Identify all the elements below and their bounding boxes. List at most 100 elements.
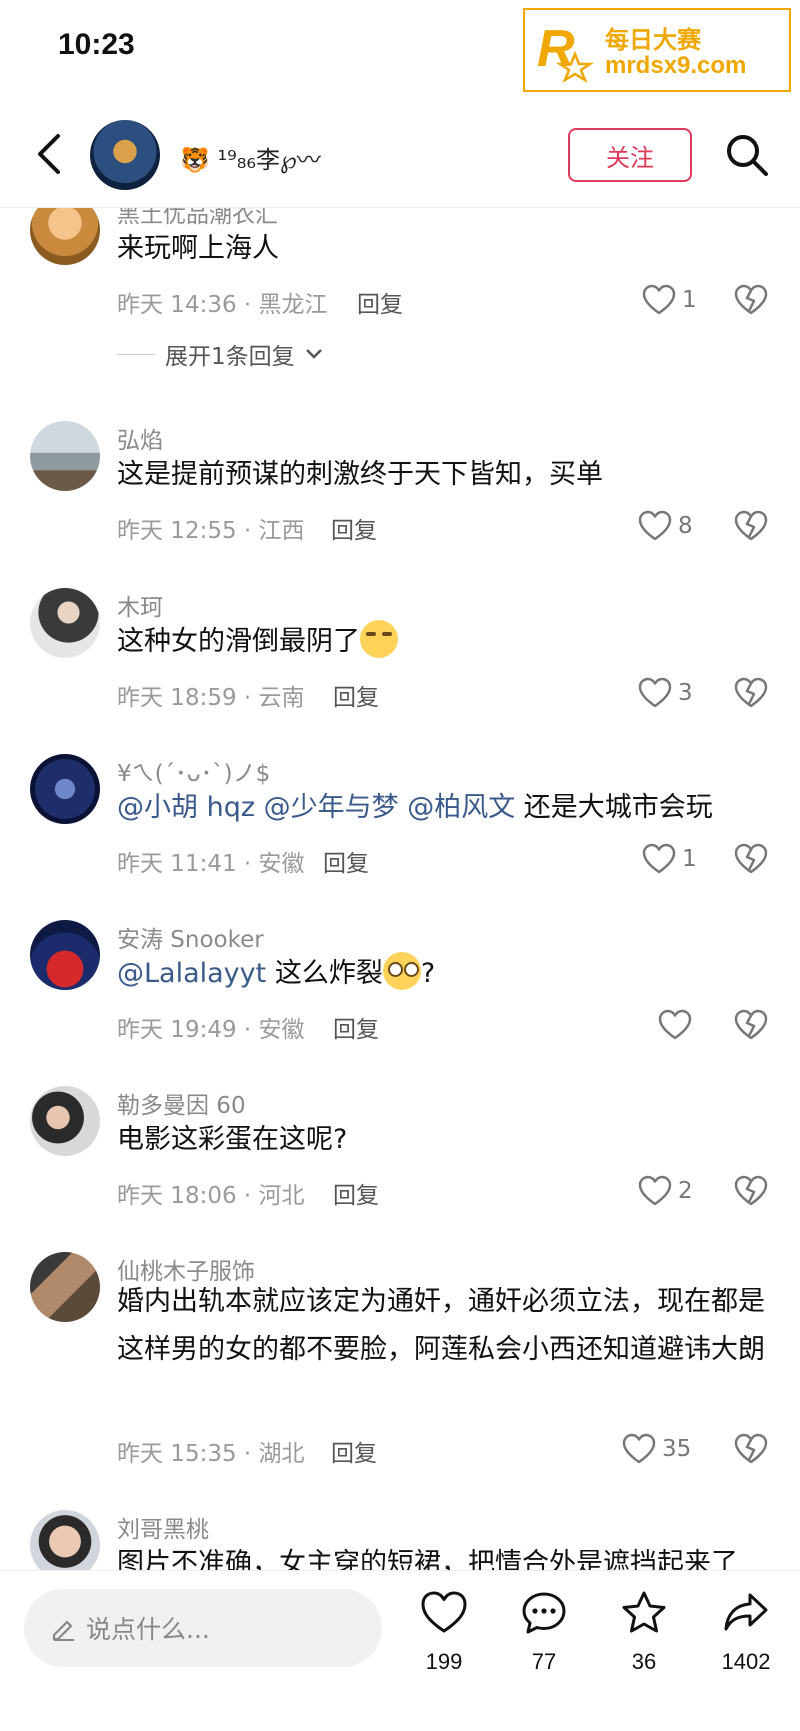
comment-meta: 昨天 15:35 · 湖北 bbox=[117, 1441, 305, 1467]
comment-item: ¥ㄟ(´･ᴗ･`)ノ$ @小胡 hqz @少年与梦 @柏风文 还是大城市会玩 昨… bbox=[0, 754, 800, 904]
comment-item: 勒多曼因 60 电影这彩蛋在这呢? 昨天 18:06 · 河北 回复 2 bbox=[0, 1086, 800, 1236]
comment-input[interactable]: 说点什么... bbox=[24, 1589, 382, 1667]
like-button[interactable]: 35 bbox=[622, 1429, 691, 1469]
crying-laughing-emoji-icon bbox=[360, 620, 398, 658]
comment-username[interactable]: 勒多曼因 60 bbox=[117, 1086, 246, 1120]
comment-action-button[interactable]: 77 bbox=[504, 1589, 584, 1699]
comment-meta: 昨天 18:06 · 河北 bbox=[117, 1183, 305, 1209]
like-button[interactable]: 1 bbox=[642, 280, 697, 320]
comment-username[interactable]: 安涛 Snooker bbox=[117, 920, 264, 954]
comment-item: 木珂 这种女的滑倒最阴了 昨天 18:59 · 云南 回复 3 bbox=[0, 588, 800, 738]
comment-username[interactable]: 刘哥黑桃 bbox=[117, 1510, 209, 1544]
comment-meta: 昨天 19:49 · 安徽 bbox=[117, 1017, 305, 1043]
reply-button[interactable]: 回复 bbox=[357, 285, 403, 319]
expand-replies-button[interactable]: 展开1条回复 bbox=[117, 337, 323, 371]
watermark-line1: 每日大赛 bbox=[605, 26, 701, 54]
like-button[interactable] bbox=[658, 1005, 698, 1045]
dislike-icon[interactable] bbox=[734, 510, 768, 542]
divider bbox=[117, 353, 155, 355]
comment-meta: 昨天 11:41 · 安徽 bbox=[117, 851, 305, 877]
mention-link[interactable]: @柏风文 bbox=[407, 792, 515, 823]
author-avatar[interactable] bbox=[90, 120, 160, 190]
heart-icon bbox=[421, 1591, 467, 1633]
comment-text-body: 还是大城市会玩 bbox=[523, 792, 713, 823]
like-button[interactable]: 3 bbox=[638, 673, 693, 713]
share-count: 1402 bbox=[721, 1649, 771, 1674]
like-button[interactable]: 2 bbox=[638, 1171, 693, 1211]
comment-item: 安涛 Snooker @Lalalayyt 这么炸裂? 昨天 19:49 · 安… bbox=[0, 920, 800, 1070]
dislike-icon[interactable] bbox=[734, 284, 768, 316]
watermark: R 每日大赛 mrdsx9.com bbox=[523, 8, 791, 92]
expand-replies-label: 展开1条回复 bbox=[165, 344, 295, 370]
comment-list[interactable]: 黑土优品潮衣汇 来玩啊上海人 昨天 14:36 · 黑龙江 回复 1 展开1条回… bbox=[0, 208, 800, 1570]
comment-text-body: 这种女的滑倒最阴了 bbox=[117, 626, 360, 657]
back-arrow-icon[interactable] bbox=[30, 130, 70, 178]
avatar[interactable] bbox=[30, 1252, 100, 1322]
comment-text-body: 这么炸裂 bbox=[274, 958, 383, 989]
dislike-icon[interactable] bbox=[734, 1175, 768, 1207]
avatar[interactable] bbox=[30, 920, 100, 990]
heart-outline-icon bbox=[638, 510, 672, 541]
dislike-icon[interactable] bbox=[734, 677, 768, 709]
search-icon[interactable] bbox=[724, 132, 770, 178]
follow-button[interactable]: 关注 bbox=[568, 128, 692, 182]
avatar[interactable] bbox=[30, 754, 100, 824]
like-count: 199 bbox=[425, 1649, 463, 1674]
comment-item: 黑土优品潮衣汇 来玩啊上海人 昨天 14:36 · 黑龙江 回复 1 展开1条回… bbox=[0, 208, 800, 395]
comment-bubble-icon bbox=[522, 1592, 566, 1634]
comment-meta: 昨天 12:55 · 江西 bbox=[117, 518, 305, 544]
comment-item: 仙桃木子服饰 婚内出轨本就应该定为通奸，通奸必须立法，现在都是这样男的女的都不要… bbox=[0, 1252, 800, 1502]
heart-outline-icon bbox=[638, 1175, 672, 1206]
comment-text: 来玩啊上海人 bbox=[117, 233, 279, 264]
comment-text: 电影这彩蛋在这呢? bbox=[117, 1124, 348, 1155]
like-count: 1 bbox=[682, 846, 697, 872]
comment-item: 弘焰 这是提前预谋的刺激终于天下皆知，买单 昨天 12:55 · 江西 回复 8 bbox=[0, 421, 800, 571]
heart-outline-icon bbox=[622, 1433, 656, 1464]
dislike-icon[interactable] bbox=[734, 843, 768, 875]
status-bar: 10:23 R 每日大赛 mrdsx9.com bbox=[0, 0, 800, 100]
reply-button[interactable]: 回复 bbox=[333, 1010, 379, 1044]
mention-link[interactable]: @少年与梦 bbox=[264, 792, 399, 823]
comment-text: 图片不准确，女主穿的短裙，把情合外是遮挡起来了 bbox=[117, 1548, 738, 1570]
like-count: 2 bbox=[678, 1178, 693, 1204]
mention-link[interactable]: @Lalalayyt bbox=[117, 958, 266, 989]
reply-button[interactable]: 回复 bbox=[323, 844, 369, 878]
avatar[interactable] bbox=[30, 1086, 100, 1156]
dislike-icon[interactable] bbox=[734, 1009, 768, 1041]
reply-button[interactable]: 回复 bbox=[333, 1176, 379, 1210]
favorite-action-button[interactable]: 36 bbox=[604, 1589, 684, 1699]
like-button[interactable]: 1 bbox=[642, 839, 697, 879]
avatar[interactable] bbox=[30, 1510, 100, 1570]
avatar[interactable] bbox=[30, 421, 100, 491]
reply-button[interactable]: 回复 bbox=[331, 1434, 377, 1468]
comment-text: 婚内出轨本就应该定为通奸，通奸必须立法，现在都是这样男的女的都不要脸，阿莲私会小… bbox=[117, 1286, 765, 1365]
dislike-icon[interactable] bbox=[734, 1433, 768, 1465]
share-arrow-icon bbox=[724, 1593, 768, 1631]
comment-username[interactable]: 弘焰 bbox=[117, 421, 163, 455]
heart-outline-icon bbox=[642, 843, 676, 874]
mention-link[interactable]: @小胡 hqz bbox=[117, 792, 255, 823]
watermark-logo-icon: R bbox=[537, 20, 595, 83]
avatar[interactable] bbox=[30, 208, 100, 265]
comment-input-placeholder: 说点什么... bbox=[86, 1615, 210, 1644]
like-count: 35 bbox=[662, 1436, 692, 1462]
avatar[interactable] bbox=[30, 588, 100, 658]
watermark-line2: mrdsx9.com bbox=[605, 52, 747, 79]
heart-outline-icon bbox=[642, 284, 676, 315]
like-button[interactable]: 8 bbox=[638, 506, 693, 546]
comment-username[interactable]: 木珂 bbox=[117, 588, 163, 622]
status-time: 10:23 bbox=[58, 28, 135, 61]
heart-outline-icon bbox=[658, 1009, 692, 1040]
reply-button[interactable]: 回复 bbox=[331, 511, 377, 545]
comment-text: @Lalalayyt 这么炸裂? bbox=[117, 950, 777, 998]
reply-button[interactable]: 回复 bbox=[333, 678, 379, 712]
like-action-button[interactable]: 199 bbox=[404, 1589, 484, 1699]
comment-text: 这是提前预谋的刺激终于天下皆知，买单 bbox=[117, 459, 603, 490]
comment-username[interactable]: ¥ㄟ(´･ᴗ･`)ノ$ bbox=[117, 754, 270, 788]
star-icon bbox=[622, 1591, 666, 1633]
author-name[interactable]: 🐯 ¹⁹₈₆李℘〰 bbox=[180, 140, 321, 175]
share-action-button[interactable]: 1402 bbox=[706, 1589, 786, 1699]
comment-text: 这种女的滑倒最阴了 bbox=[117, 618, 777, 666]
chevron-down-icon bbox=[305, 349, 322, 359]
like-count: 8 bbox=[678, 513, 693, 539]
